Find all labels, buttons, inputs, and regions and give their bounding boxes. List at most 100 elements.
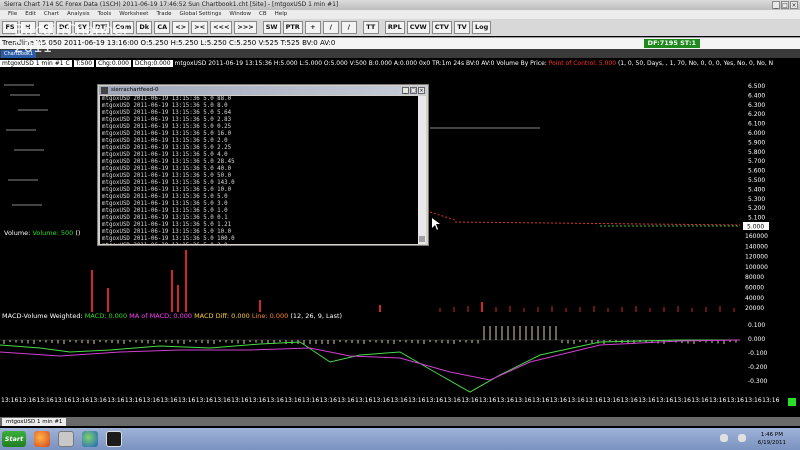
time-tick-label: 13:16 — [266, 397, 284, 404]
console-line: mtgoxUSD 2011-06-19 13:15:36 5.0 143.0 — [102, 180, 235, 186]
macd-tick-label: -0.300 — [748, 378, 768, 385]
time-tick-label: 13:16 — [709, 397, 727, 404]
window-icon[interactable] — [58, 431, 74, 447]
volume-paren: () — [75, 229, 81, 237]
start-button[interactable]: Start — [2, 431, 26, 447]
console-line: mtgoxUSD 2011-06-19 13:15:36 5.0 10.0 — [102, 229, 232, 235]
macd-region: 0.100 0.000 -0.100 -0.200 -0.300 — [0, 322, 796, 406]
console-line: mtgoxUSD 2011-06-19 13:15:36 5.0 16.0 — [102, 131, 232, 137]
time-tick-label: 13:16 — [461, 397, 479, 404]
macd-tick-label: 0.000 — [748, 336, 765, 343]
price-tick-label: 6.300 — [748, 102, 765, 109]
volume-tick-label: 80000 — [745, 274, 764, 281]
time-tick-label: 13:16 — [762, 397, 780, 404]
time-tick-label: 13:16 — [744, 397, 762, 404]
time-tick-label: 13:16 — [532, 397, 550, 404]
price-tick-label: 6.200 — [748, 111, 765, 118]
macd-ma-value: MA of MACD: 0.000 — [129, 312, 192, 320]
console-minimize-button[interactable]: _ — [402, 87, 409, 94]
console-line: mtgoxUSD 2011-06-19 13:15:36 5.0 4.0 — [102, 152, 228, 158]
time-tick-label: 13:16 — [1, 397, 19, 404]
last-price-label: 5.000 — [747, 224, 764, 231]
time-tick-label: 13:16 — [178, 397, 196, 404]
price-tick-label: 5.400 — [748, 186, 765, 193]
volume-tick-label: 140000 — [745, 243, 768, 250]
console-line: mtgoxUSD 2011-06-19 13:15:36 5.0 2.0 — [100, 243, 418, 244]
volume-title: Volume: — [4, 229, 31, 237]
price-tick-label: 6.400 — [748, 92, 765, 99]
price-tick-label: 5.100 — [748, 215, 765, 222]
volume-tick-label: 20000 — [745, 305, 764, 312]
time-tick-label: 13:16 — [567, 397, 585, 404]
console-line: mtgoxUSD 2011-06-19 13:15:36 5.0 0.1 — [102, 215, 228, 221]
console-app-icon — [101, 87, 108, 94]
time-tick-label: 13:16 — [142, 397, 160, 404]
watermark-text: BitcoinChannel 2011 — [14, 21, 128, 56]
time-tick-label: 13:16 — [319, 397, 337, 404]
time-tick-label: 13:16 — [284, 397, 302, 404]
time-tick-label: 13:16 — [124, 397, 143, 404]
volume-tick-label: 60000 — [745, 285, 764, 292]
console-scroll-thumb[interactable] — [419, 236, 425, 242]
console-line: mtgoxUSD 2011-06-19 13:15:36 5.0 88.0 — [102, 96, 232, 102]
console-line: mtgoxUSD 2011-06-19 13:15:36 5.0 2.0 — [102, 138, 228, 144]
time-tick-label: 13:16 — [496, 397, 514, 404]
time-tick-label: 13:16 — [301, 397, 320, 404]
macd-diff-value: MACD Diff: 0.000 — [194, 312, 250, 320]
console-title-bar[interactable]: sierrachartfeed-0 _ □ × — [99, 86, 427, 95]
console-line: mtgoxUSD 2011-06-19 13:15:36 5.0 50.0 — [102, 173, 232, 179]
price-tick-label: 6.100 — [748, 121, 765, 128]
sierra-chart-icon[interactable] — [106, 431, 122, 447]
price-tick-label: 5.900 — [748, 139, 765, 146]
volume-label: Volume: Volume: 500 () — [4, 229, 80, 237]
time-tick-label: 13:16 — [408, 397, 426, 404]
volume-value: Volume: 500 — [32, 229, 74, 237]
console-line: mtgoxUSD 2011-06-19 13:15:36 5.0 5.64 — [102, 110, 232, 116]
price-tick-label: 5.200 — [748, 205, 765, 212]
time-tick-label: 13:16 — [195, 397, 213, 404]
feed-console-window[interactable]: sierrachartfeed-0 _ □ × mtgoxUSD 2011-06… — [97, 84, 429, 246]
macd-value: MACD: 0.000 — [84, 312, 128, 320]
time-tick-label: 13:16 — [36, 397, 54, 404]
macd-line — [0, 339, 740, 393]
console-line: mtgoxUSD 2011-06-19 13:15:36 5.0 1.0 — [102, 208, 228, 214]
mouse-cursor-icon — [432, 218, 440, 230]
time-tick-label: 13:16 — [478, 397, 497, 404]
console-line: mtgoxUSD 2011-06-19 13:15:36 5.0 2.83 — [102, 117, 232, 123]
tab-mtgoxusd-chart[interactable]: mtgoxUSD 1 min #1 — [2, 418, 67, 426]
volume-tick-label: 160000 — [745, 233, 768, 240]
time-tick-label: 13:16 — [673, 397, 691, 404]
time-tick-label: 13:16 — [160, 397, 178, 404]
price-tick-label: 5.800 — [748, 149, 765, 156]
price-tick-label: 5.700 — [748, 158, 765, 165]
globe-icon[interactable] — [82, 431, 98, 447]
price-line — [454, 221, 741, 226]
console-line: mtgoxUSD 2011-06-19 13:15:36 5.0 3.0 — [102, 201, 228, 207]
console-close-button[interactable]: × — [418, 87, 425, 94]
time-tick-label: 13:16 — [337, 397, 355, 404]
price-tick-label: 5.600 — [748, 168, 765, 175]
time-tick-label: 13:16 — [107, 397, 125, 404]
chart-window-tabs: mtgoxUSD 1 min #1 — [0, 417, 800, 426]
console-maximize-button[interactable]: □ — [410, 87, 417, 94]
price-tick-label: 6.000 — [748, 130, 765, 137]
speaker-icon[interactable] — [738, 434, 746, 442]
time-tick-label: 13:16 — [71, 397, 90, 404]
clock-time: 1:46 PM — [760, 432, 783, 438]
tray-icon[interactable] — [720, 434, 728, 442]
time-tick-label: 13:16 — [231, 397, 249, 404]
time-tick-label: 13:16 — [443, 397, 461, 404]
console-line: mtgoxUSD 2011-06-19 13:15:36 5.0 1.21 — [102, 222, 232, 228]
console-title: sierrachartfeed-0 — [111, 87, 159, 93]
price-tick-label: 6.500 — [748, 83, 765, 90]
console-scrollbar[interactable] — [418, 96, 426, 244]
time-tick-label: 13:16 — [585, 397, 603, 404]
time-tick-label: 13:16 — [425, 397, 444, 404]
clock: 1:46 PM 6/19/2011 — [758, 431, 786, 447]
firefox-icon[interactable] — [34, 431, 50, 447]
time-tick-label: 13:16 — [549, 397, 567, 404]
console-line: mtgoxUSD 2011-06-19 13:15:36 5.0 5.0 — [102, 194, 228, 200]
macd-title: MACD-Volume Weighted: — [2, 312, 83, 320]
volume-tick-label: 120000 — [745, 254, 768, 261]
price-tick-label: 5.500 — [748, 177, 765, 184]
